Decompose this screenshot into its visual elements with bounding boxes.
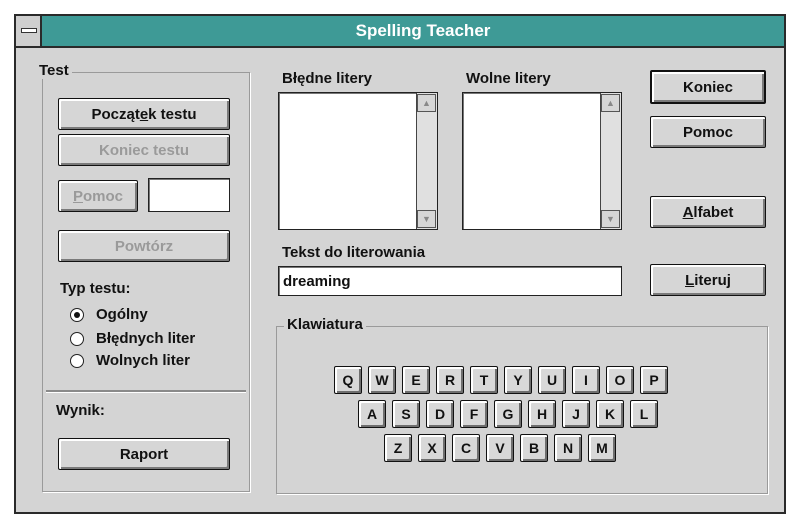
wrong-letters-scrollbar[interactable]: [416, 93, 437, 229]
spell-button[interactable]: Literuj: [650, 264, 766, 296]
system-menu-icon: [21, 28, 37, 33]
spell-text-input[interactable]: dreaming: [278, 266, 622, 296]
key-q[interactable]: Q: [334, 366, 362, 394]
repeat-button[interactable]: Powtórz: [58, 230, 230, 262]
key-p[interactable]: P: [640, 366, 668, 394]
key-g[interactable]: G: [494, 400, 522, 428]
key-s[interactable]: S: [392, 400, 420, 428]
key-f[interactable]: F: [460, 400, 488, 428]
radio-general[interactable]: [70, 308, 84, 322]
close-button[interactable]: Koniec: [650, 70, 766, 104]
radio-wrong-letters-label[interactable]: Błędnych liter: [96, 330, 195, 347]
key-l[interactable]: L: [630, 400, 658, 428]
key-e[interactable]: E: [402, 366, 430, 394]
radio-wrong-letters[interactable]: [70, 332, 84, 346]
test-type-label: Typ testu:: [60, 280, 131, 297]
spell-text-label: Tekst do literowania: [282, 244, 426, 261]
key-w[interactable]: W: [368, 366, 396, 394]
key-b[interactable]: B: [520, 434, 548, 462]
result-separator: [46, 390, 246, 392]
free-letters-list[interactable]: [462, 92, 622, 230]
radio-free-letters-label[interactable]: Wolnych liter: [96, 352, 190, 369]
result-label: Wynik:: [56, 402, 105, 419]
test-help-button[interactable]: Pomoc: [58, 180, 138, 212]
key-a[interactable]: A: [358, 400, 386, 428]
report-button[interactable]: Raport: [58, 438, 230, 470]
key-t[interactable]: T: [470, 366, 498, 394]
scroll-up-icon[interactable]: ▲: [417, 94, 436, 112]
help-button[interactable]: Pomoc: [650, 116, 766, 148]
scroll-up-icon[interactable]: ▲: [601, 94, 620, 112]
key-h[interactable]: H: [528, 400, 556, 428]
key-d[interactable]: D: [426, 400, 454, 428]
key-i[interactable]: I: [572, 366, 600, 394]
scroll-down-icon[interactable]: ▼: [417, 210, 436, 228]
keyboard-group-title: Klawiatura: [284, 316, 366, 333]
test-group-title: Test: [36, 62, 72, 79]
radio-general-label[interactable]: Ogólny: [96, 306, 148, 323]
end-test-button[interactable]: Koniec testu: [58, 134, 230, 166]
alphabet-button[interactable]: Alfabet: [650, 196, 766, 228]
window-title: Spelling Teacher: [355, 21, 491, 40]
key-u[interactable]: U: [538, 366, 566, 394]
wrong-letters-list[interactable]: [278, 92, 438, 230]
radio-free-letters[interactable]: [70, 354, 84, 368]
key-z[interactable]: Z: [384, 434, 412, 462]
key-j[interactable]: J: [562, 400, 590, 428]
key-c[interactable]: C: [452, 434, 480, 462]
key-m[interactable]: M: [588, 434, 616, 462]
help-count-field[interactable]: [148, 178, 230, 212]
key-v[interactable]: V: [486, 434, 514, 462]
key-k[interactable]: K: [596, 400, 624, 428]
key-n[interactable]: N: [554, 434, 582, 462]
key-o[interactable]: O: [606, 366, 634, 394]
scroll-down-icon[interactable]: ▼: [601, 210, 620, 228]
key-x[interactable]: X: [418, 434, 446, 462]
free-letters-scrollbar[interactable]: [600, 93, 621, 229]
keyboard-groupbox: [276, 326, 768, 494]
key-y[interactable]: Y: [504, 366, 532, 394]
start-test-button[interactable]: Począt e k testu: [58, 98, 230, 130]
wrong-letters-label: Błędne litery: [282, 70, 373, 87]
free-letters-label: Wolne litery: [466, 70, 551, 87]
key-r[interactable]: R: [436, 366, 464, 394]
